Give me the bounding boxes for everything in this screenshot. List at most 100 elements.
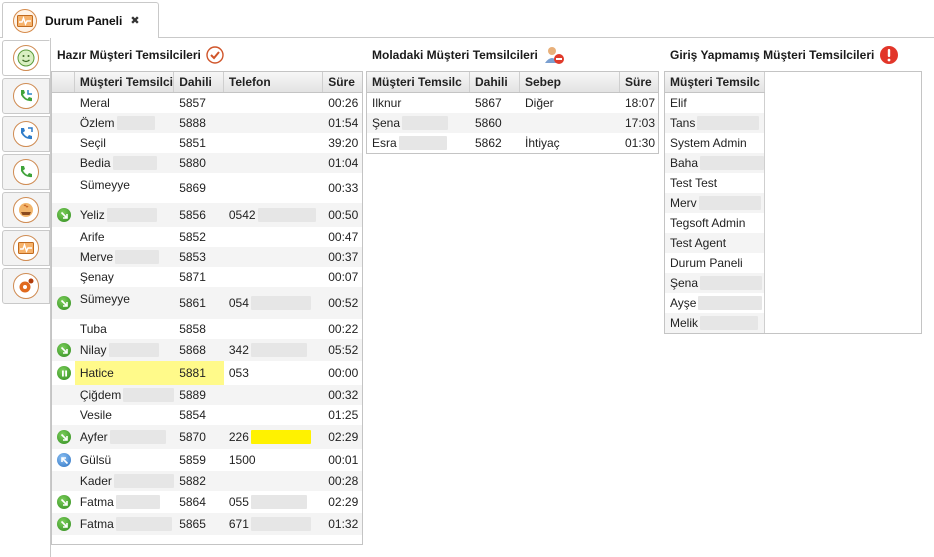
table-row[interactable]: System Admin <box>665 133 764 153</box>
break-agents-grid: Müşteri Temsilc Dahili Sebep Süre Ilknur… <box>366 71 659 154</box>
duration-cell: 00:22 <box>328 322 359 336</box>
table-row[interactable]: Test Agent <box>665 233 764 253</box>
phone-cell: 1500 <box>224 449 323 471</box>
duration-cell: 00:28 <box>328 474 359 488</box>
agent-name: Merv <box>670 196 697 210</box>
header-extension[interactable]: Dahili <box>470 72 520 92</box>
header-duration[interactable]: Süre <box>323 72 362 92</box>
incoming-call-icon <box>57 296 71 310</box>
left-tab-calls[interactable] <box>2 154 50 190</box>
tab-durum-paneli[interactable]: Durum Paneli ✖ <box>2 2 159 39</box>
close-icon[interactable]: ✖ <box>130 14 139 27</box>
left-tab-break[interactable] <box>2 192 50 228</box>
table-row[interactable]: Hatice 5881 053 00:00 <box>52 361 362 385</box>
header-reason[interactable]: Sebep <box>520 72 620 92</box>
table-row[interactable]: Elif <box>665 93 764 113</box>
table-row[interactable]: Şenay 5871 00:07 <box>52 267 362 287</box>
agent-name: Tans <box>670 116 696 130</box>
reason-cell: Diğer <box>525 96 554 110</box>
header-agent[interactable]: Müşteri Temsilci <box>75 72 175 92</box>
extension-cell: 5856 <box>179 208 206 222</box>
left-tab-incoming[interactable] <box>2 78 50 114</box>
table-row[interactable]: Bedia 5880 01:04 <box>52 153 362 173</box>
break-grid-body: Ilknur 5867 Diğer 18:07 Şena 5860 17:03 Esra 586… <box>367 93 658 153</box>
phone-number: 054 <box>228 296 249 310</box>
table-row[interactable]: Gülsü 5859 1500 00:01 <box>52 449 362 471</box>
header-duration[interactable]: Süre <box>620 72 658 92</box>
extension-cell: 5859 <box>179 453 206 467</box>
phone-cell: 342 <box>224 339 323 361</box>
header-agent[interactable]: Müşteri Temsilc <box>367 72 470 92</box>
ready-agents-grid: Müşteri Temsilci Dahili Telefon Süre Mer… <box>51 71 363 545</box>
table-row[interactable]: Fatma 5864 055 02:29 <box>52 491 362 513</box>
agent-name: Gülsü <box>79 453 112 467</box>
agent-name: Ayfer <box>79 430 108 444</box>
table-row[interactable]: Esra 5862 İhtiyaç 01:30 <box>367 133 658 153</box>
table-row[interactable]: Vesile 5854 01:25 <box>52 405 362 425</box>
agent-name-cell: Meral <box>75 93 174 113</box>
agent-name-cell: Fatma <box>75 513 174 535</box>
table-row[interactable]: Yeliz 5856 0542 00:50 <box>52 203 362 227</box>
agent-name-cell: Baha <box>665 153 764 173</box>
table-row[interactable]: Tegsoft Admin <box>665 213 764 233</box>
table-row[interactable]: Arife 5852 00:47 <box>52 227 362 247</box>
header-phone[interactable]: Telefon <box>224 72 324 92</box>
phone-cell: 055 <box>224 491 323 513</box>
agent-name: Durum Paneli <box>670 256 743 270</box>
table-row[interactable]: Ayfer 5870 226 02:29 <box>52 425 362 449</box>
ready-panel-header: Hazır Müşteri Temsilcileri <box>51 38 363 72</box>
agent-name: Özlem <box>79 116 115 130</box>
table-row[interactable]: Tans <box>665 113 764 133</box>
agent-name: Tuba <box>79 322 107 336</box>
agent-name-cell: Elif <box>665 93 764 113</box>
phone-number: 053 <box>228 366 249 380</box>
break-grid-header: Müşteri Temsilc Dahili Sebep Süre <box>367 72 658 93</box>
agent-name-cell: Ayfer <box>75 425 174 449</box>
left-tab-settings[interactable] <box>2 268 50 304</box>
agent-name-cell: Seçil <box>75 133 174 153</box>
phone-cell <box>224 173 323 203</box>
table-row[interactable]: Sümeyye 5869 00:33 <box>52 173 362 203</box>
table-row[interactable]: Ilknur 5867 Diğer 18:07 <box>367 93 658 113</box>
table-row[interactable]: Sümeyye 5861 054 00:52 <box>52 287 362 319</box>
left-tab-outgoing[interactable] <box>2 116 50 152</box>
coffee-break-icon <box>13 197 39 223</box>
table-row[interactable]: Merve 5853 00:37 <box>52 247 362 267</box>
table-row[interactable]: Çiğdem 5889 00:32 <box>52 385 362 405</box>
incoming-call-icon <box>57 343 71 357</box>
table-row[interactable]: Şena <box>665 273 764 293</box>
offline-grid-body: Elif Tans System Admin Baha Test Test Merv Teg… <box>665 93 765 333</box>
duration-cell: 01:30 <box>625 136 656 150</box>
agent-name: Esra <box>372 136 397 150</box>
agent-name-cell: Kader <box>75 471 174 491</box>
agent-name: Ilknur <box>372 96 402 110</box>
table-row[interactable]: Kader 5882 00:28 <box>52 471 362 491</box>
agent-name-cell: Çiğdem <box>75 385 175 405</box>
agent-name: Test Agent <box>670 236 727 250</box>
table-row[interactable]: Baha <box>665 153 764 173</box>
offline-agents-panel: Giriş Yapmamış Müşteri Temsilcileri Müşt… <box>664 38 922 334</box>
table-row[interactable]: Nilay 5868 342 05:52 <box>52 339 362 361</box>
extension-cell: 5869 <box>179 181 206 195</box>
table-row[interactable]: Ayşe <box>665 293 764 313</box>
agent-name: Bedia <box>79 156 111 170</box>
phone-number: 671 <box>228 517 249 531</box>
table-row[interactable]: Durum Paneli <box>665 253 764 273</box>
table-row[interactable]: Şena 5860 17:03 <box>367 113 658 133</box>
table-row[interactable]: Meral 5857 00:26 <box>52 93 362 113</box>
table-row[interactable]: Özlem 5888 01:54 <box>52 113 362 133</box>
extension-cell: 5853 <box>179 250 206 264</box>
left-tab-dashboard[interactable] <box>2 230 50 266</box>
header-agent[interactable]: Müşteri Temsilc <box>665 72 765 92</box>
table-row[interactable]: Test Test <box>665 173 764 193</box>
table-row[interactable]: Seçil 5851 39:20 <box>52 133 362 153</box>
outgoing-call-icon <box>57 453 71 467</box>
header-extension[interactable]: Dahili <box>174 72 224 92</box>
table-row[interactable]: Melik <box>665 313 764 333</box>
duration-cell: 00:52 <box>328 296 359 310</box>
left-tab-ready[interactable] <box>2 40 50 76</box>
table-row[interactable]: Fatma 5865 671 01:32 <box>52 513 362 535</box>
duration-cell: 00:50 <box>328 208 359 222</box>
table-row[interactable]: Merv <box>665 193 764 213</box>
table-row[interactable]: Tuba 5858 00:22 <box>52 319 362 339</box>
